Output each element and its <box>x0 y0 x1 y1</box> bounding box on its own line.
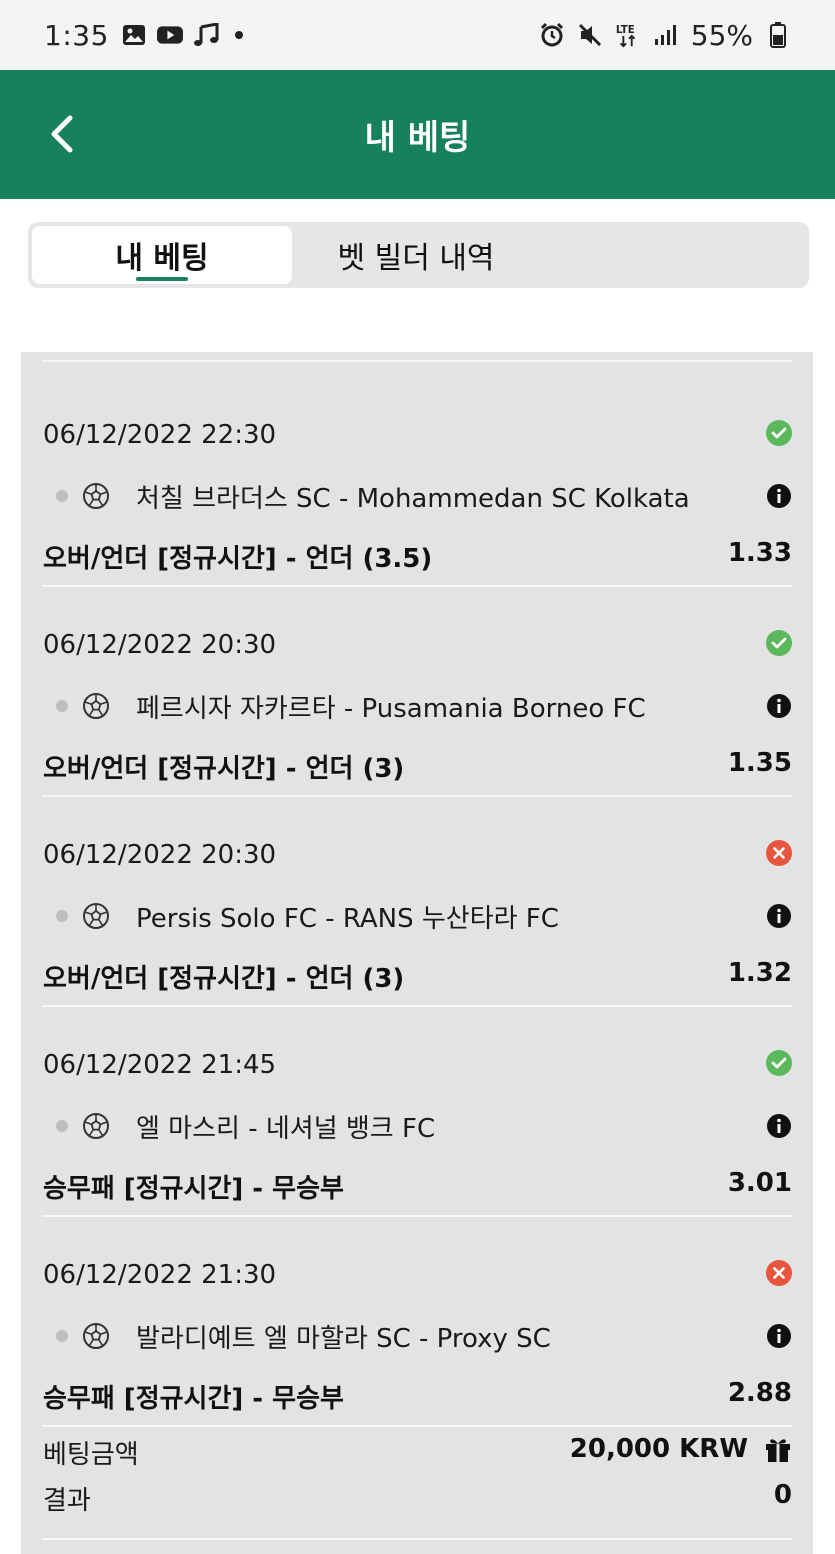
soccer-ball-icon <box>82 902 110 930</box>
bet-date: 06/12/2022 20:30 <box>43 840 277 870</box>
bet-date: 06/12/2022 21:45 <box>43 1050 277 1080</box>
bet-date: 06/12/2022 20:30 <box>43 630 277 660</box>
bet-market: 오버/언더 [정규시간] - 언더 (3.5) <box>43 544 433 574</box>
match-row: 발라디예트 엘 마할라 SC - Proxy SC <box>42 1316 792 1356</box>
match-row: Persis Solo FC - RANS 누산타라 FC <box>42 896 792 936</box>
chevron-left-icon <box>51 115 73 153</box>
notification-dot <box>234 31 243 39</box>
tab-label: 벳 빌더 내역 <box>337 241 495 276</box>
status-dot <box>56 1120 68 1132</box>
stake-label: 베팅금액 <box>43 1440 139 1470</box>
signal-icon <box>653 22 679 48</box>
soccer-ball-icon <box>82 692 110 720</box>
music-icon <box>193 22 219 48</box>
gallery-icon <box>121 22 147 48</box>
tab-my-bets[interactable]: 내 베팅 <box>32 226 292 284</box>
battery-percent: 55% <box>690 18 753 52</box>
status-dot <box>56 490 68 502</box>
gift-icon[interactable] <box>764 1435 792 1463</box>
bet-date: 06/12/2022 21:30 <box>43 1260 277 1290</box>
status-right-icons: LTE 55% <box>539 19 791 52</box>
bet-item[interactable]: 06/12/2022 20:30 페르시자 자카르타 - Pusamania B… <box>42 578 792 797</box>
stake-value-wrap: 20,000 KRW <box>570 1434 792 1464</box>
info-icon[interactable] <box>766 483 792 509</box>
divider <box>42 360 792 362</box>
alarm-icon <box>539 22 565 48</box>
status-dot <box>56 910 68 922</box>
active-tab-indicator <box>136 277 188 281</box>
lte-icon: LTE <box>615 22 641 48</box>
x-circle-icon <box>766 1260 792 1286</box>
bet-summary: 베팅금액 20,000 KRW 결과 0 <box>42 1434 792 1540</box>
bet-odds: 3.01 <box>727 1168 792 1198</box>
status-time: 1:35 <box>44 18 109 52</box>
bet-odds: 2.88 <box>727 1378 792 1408</box>
match-row: 처칠 브라더스 SC - Mohammedan SC Kolkata <box>42 476 792 516</box>
mute-icon <box>577 22 603 48</box>
status-bar: 1:35 LTE 55% <box>0 0 835 70</box>
divider <box>42 1425 792 1427</box>
match-name: Persis Solo FC - RANS 누산타라 FC <box>136 903 559 934</box>
match-row: 페르시자 자카르타 - Pusamania Borneo FC <box>42 686 792 726</box>
result-label: 결과 <box>43 1486 91 1516</box>
match-name: 엘 마스리 - 네셔널 뱅크 FC <box>136 1113 436 1144</box>
tab-bar: 내 베팅 벳 빌더 내역 <box>28 222 809 288</box>
bet-item[interactable]: 06/12/2022 21:45 엘 마스리 - 네셔널 뱅크 FC 승무패 [… <box>42 998 792 1217</box>
bet-item[interactable]: 06/12/2022 20:30 Persis Solo FC - RANS 누… <box>42 788 792 1007</box>
youtube-icon <box>156 22 183 48</box>
status-dot <box>56 700 68 712</box>
stake-value: 20,000 KRW <box>569 1434 748 1464</box>
divider <box>42 1538 792 1540</box>
bet-market: 승무패 [정규시간] - 무승부 <box>43 1174 344 1204</box>
info-icon[interactable] <box>766 1323 792 1349</box>
match-name: 처칠 브라더스 SC - Mohammedan SC Kolkata <box>136 483 690 514</box>
tab-label: 내 베팅 <box>115 241 209 276</box>
result-value: 0 <box>773 1480 792 1510</box>
bet-odds: 1.33 <box>727 538 792 568</box>
soccer-ball-icon <box>82 1322 110 1350</box>
check-circle-icon <box>766 630 792 656</box>
bet-odds: 1.35 <box>727 748 792 778</box>
soccer-ball-icon <box>82 482 110 510</box>
app-header: 내 베팅 <box>0 70 835 199</box>
back-button[interactable] <box>38 110 86 158</box>
info-icon[interactable] <box>766 903 792 929</box>
bet-item[interactable]: 06/12/2022 22:30 처칠 브라더스 SC - Mohammedan… <box>42 368 792 587</box>
info-icon[interactable] <box>766 1113 792 1139</box>
check-circle-icon <box>766 420 792 446</box>
match-row: 엘 마스리 - 네셔널 뱅크 FC <box>42 1106 792 1146</box>
stake-row: 베팅금액 20,000 KRW <box>42 1434 792 1480</box>
info-icon[interactable] <box>766 693 792 719</box>
soccer-ball-icon <box>82 1112 110 1140</box>
match-name: 페르시자 자카르타 - Pusamania Borneo FC <box>136 693 646 724</box>
tab-bet-builder-history[interactable]: 벳 빌더 내역 <box>292 226 540 284</box>
result-row: 결과 0 <box>42 1480 792 1526</box>
match-name: 발라디예트 엘 마할라 SC - Proxy SC <box>136 1323 551 1354</box>
x-circle-icon <box>766 840 792 866</box>
page-title: 내 베팅 <box>364 118 471 158</box>
battery-icon <box>765 22 791 48</box>
svg-text:LTE: LTE <box>616 25 635 36</box>
bet-slip-card: 06/12/2022 22:30 처칠 브라더스 SC - Mohammedan… <box>21 352 813 1554</box>
check-circle-icon <box>766 1050 792 1076</box>
bet-odds: 1.32 <box>727 958 792 988</box>
status-left-icons <box>121 22 243 48</box>
bet-item[interactable]: 06/12/2022 21:30 발라디예트 엘 마할라 SC - Proxy … <box>42 1208 792 1427</box>
bet-market: 승무패 [정규시간] - 무승부 <box>43 1384 344 1414</box>
bet-market: 오버/언더 [정규시간] - 언더 (3) <box>43 754 405 784</box>
bet-date: 06/12/2022 22:30 <box>43 420 277 450</box>
status-dot <box>56 1330 68 1342</box>
bet-market: 오버/언더 [정규시간] - 언더 (3) <box>43 964 405 994</box>
